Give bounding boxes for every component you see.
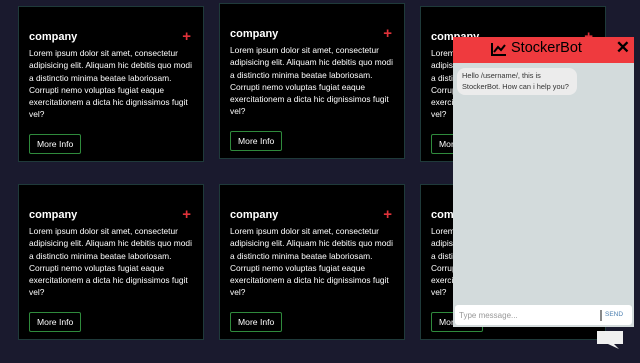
chatbot-header: StockerBot ✕ [453, 37, 634, 63]
company-card: company + Lorem ipsum dolor sit amet, co… [18, 6, 204, 162]
card-description: Lorem ipsum dolor sit amet, consectetur … [29, 48, 192, 120]
send-button[interactable]: SEND [605, 311, 623, 318]
line-chart-icon [491, 43, 506, 56]
card-description: Lorem ipsum dolor sit amet, consectetur … [230, 226, 393, 298]
plus-icon[interactable]: + [383, 207, 392, 222]
plus-icon[interactable]: + [182, 207, 191, 222]
more-info-button[interactable]: More Info [29, 134, 82, 154]
card-title: company [230, 28, 279, 40]
send-divider [600, 310, 602, 321]
chatbot-title: StockerBot [511, 40, 582, 56]
more-info-button[interactable]: More Info [230, 312, 283, 332]
plus-icon[interactable]: + [182, 29, 191, 44]
company-card: company + Lorem ipsum dolor sit amet, co… [219, 3, 405, 159]
card-title: company [29, 31, 78, 43]
chatbot-panel: StockerBot ✕ Hello /username/, this is S… [453, 37, 634, 327]
chat-bubble-icon[interactable] [596, 330, 624, 350]
more-info-button[interactable]: More Info [230, 131, 283, 151]
card-title: company [230, 209, 279, 221]
more-info-button[interactable]: More Info [29, 312, 82, 332]
bot-message: Hello /username/, this is StockerBot. Ho… [457, 68, 577, 95]
card-title: company [29, 209, 78, 221]
chat-input-row: SEND [455, 305, 632, 325]
plus-icon[interactable]: + [383, 26, 392, 41]
company-card: company + Lorem ipsum dolor sit amet, co… [18, 184, 204, 340]
company-card: company + Lorem ipsum dolor sit amet, co… [219, 184, 405, 340]
message-input[interactable] [459, 308, 589, 322]
card-description: Lorem ipsum dolor sit amet, consectetur … [230, 45, 393, 117]
card-description: Lorem ipsum dolor sit amet, consectetur … [29, 226, 192, 298]
close-icon[interactable]: ✕ [616, 39, 630, 56]
